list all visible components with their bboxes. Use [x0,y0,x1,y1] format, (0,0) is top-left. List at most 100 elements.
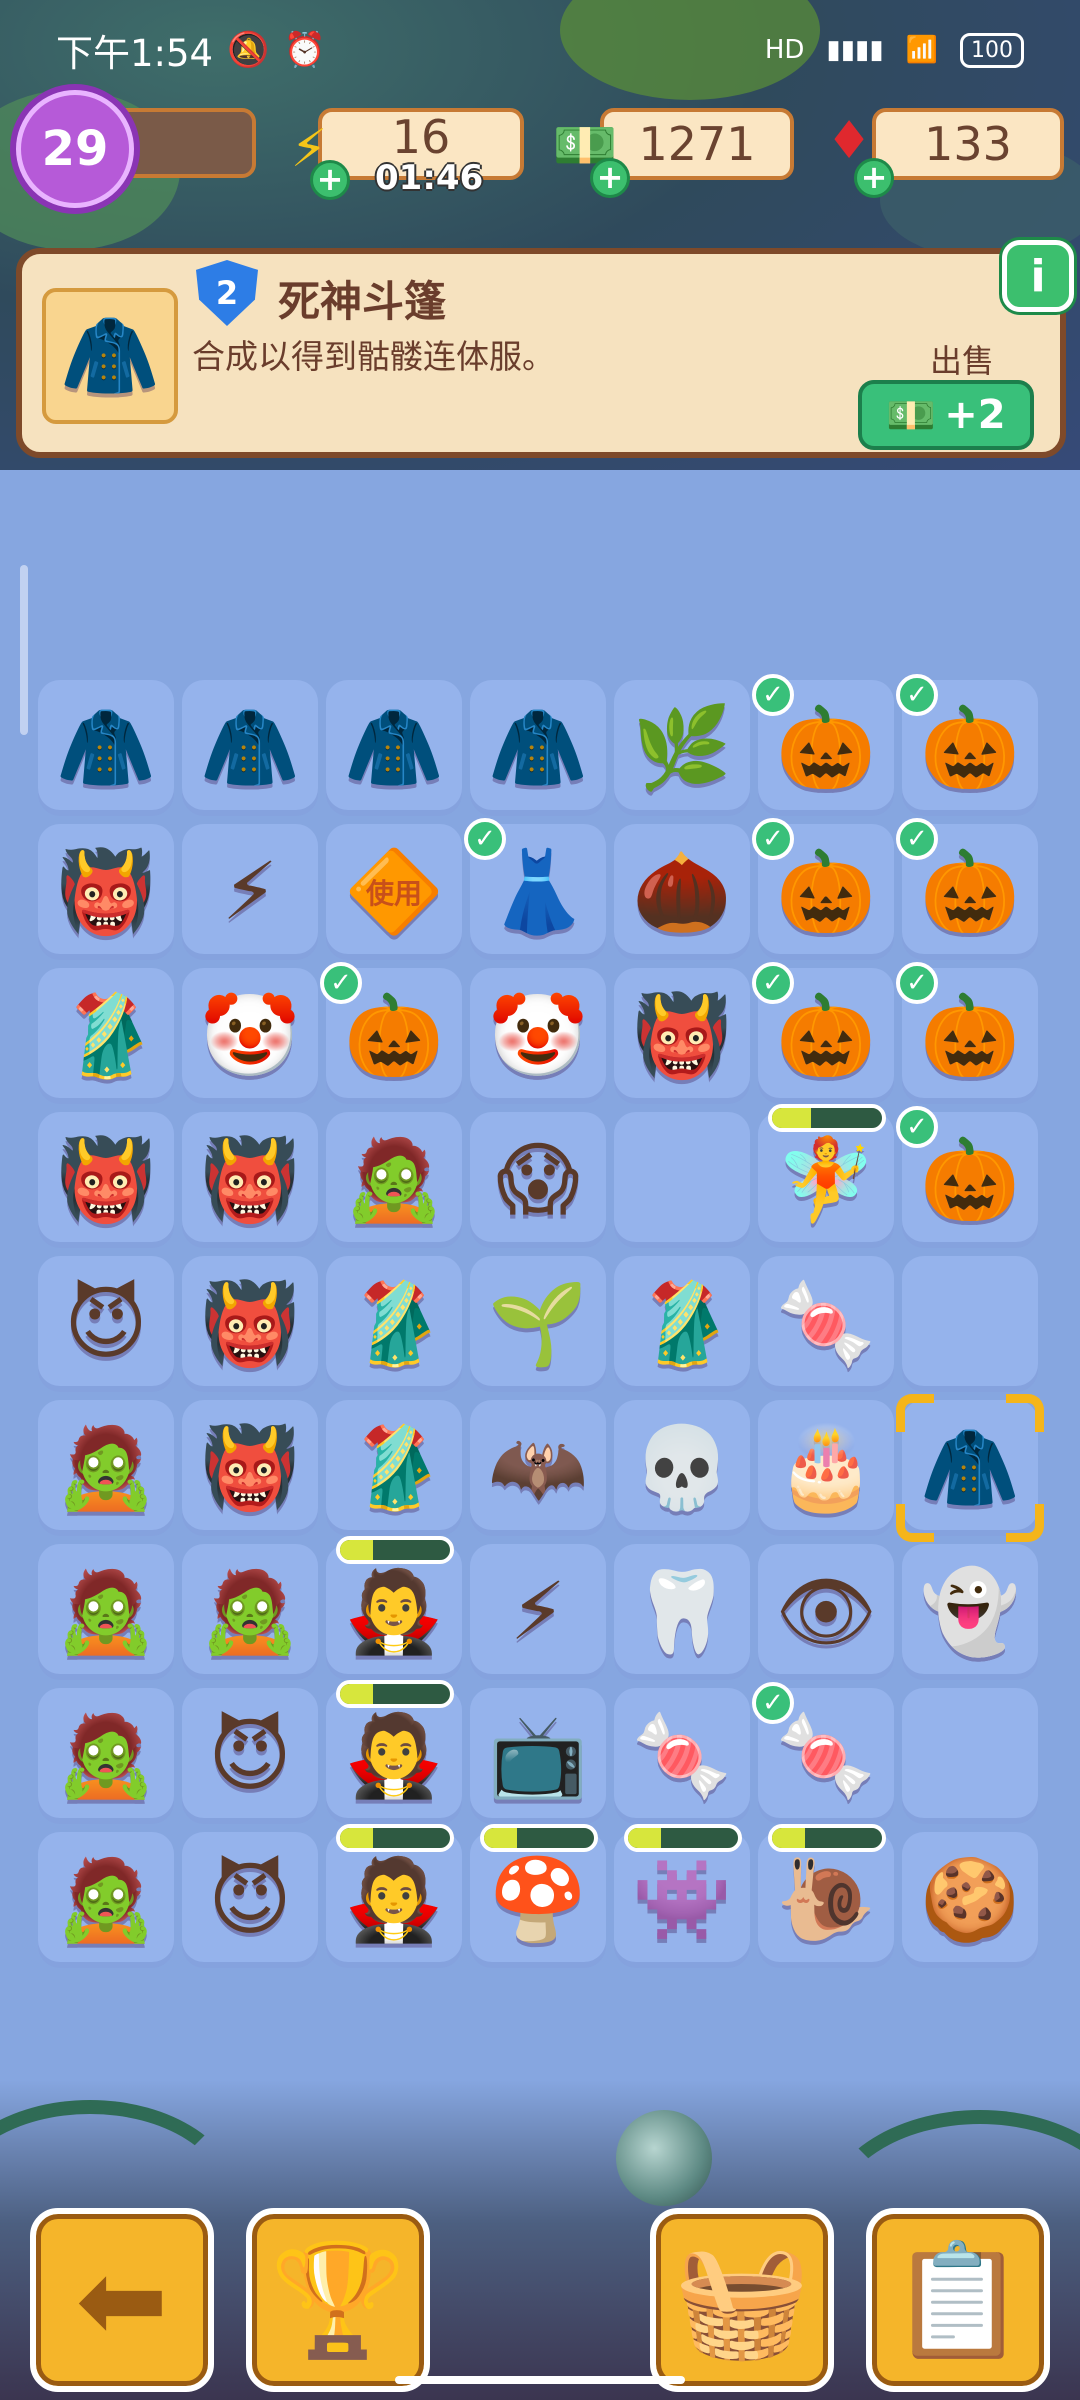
devil-mask-item[interactable]: 😈 [190,1696,310,1816]
red-devil-costume-item[interactable]: 👹 [46,832,166,952]
board-cell[interactable]: 🧥 [182,680,318,816]
board-cell[interactable]: 👁 [758,1544,894,1680]
board-cell[interactable]: 🦇 [470,1400,606,1536]
board-cell[interactable]: 🧟 [38,1400,174,1536]
frankenstein-head-item[interactable]: 🧟 [46,1840,166,1960]
wizard-robe-item[interactable]: 🧥 [478,688,598,808]
board-cell[interactable]: 🎃 ✓ [896,1106,1038,1248]
board-cell[interactable]: 🌱 [470,1256,606,1392]
purple-bat-item[interactable]: 🦇 [478,1408,598,1528]
skull-lollipop-item[interactable]: 💀 [622,1408,742,1528]
board-cell[interactable]: 🧛 [326,1536,462,1680]
tooth-item[interactable]: 🦷 [622,1552,742,1672]
board-cell[interactable]: 🍬 [758,1256,894,1392]
back-button[interactable]: ⬅ [30,2208,214,2392]
board-cell[interactable]: 🥻 [614,1256,750,1392]
frankenstein-head-item[interactable]: 🧟 [46,1408,166,1528]
sprout-item[interactable]: 🌱 [478,1264,598,1384]
board-cell[interactable]: 📺 [470,1688,606,1824]
board-cell[interactable]: 🧥 [470,680,606,816]
vampire-head-item[interactable]: 🧛 [334,1840,454,1960]
board-cell[interactable]: 👹 [38,824,174,960]
board-cell[interactable]: 🧛 [326,1824,462,1968]
board-cell[interactable]: 🧚 [758,1104,894,1248]
nun-mask-item[interactable]: 😱 [478,1120,598,1240]
zombie-head-item[interactable]: 🧟 [334,1120,454,1240]
board-cell[interactable]: 🍬 ✓ [752,1682,894,1824]
add-cash-button[interactable]: + [590,158,630,198]
devil-mask-item[interactable]: 😈 [190,1840,310,1960]
info-button[interactable]: i [1002,240,1074,312]
board-cell[interactable]: 🍄 [470,1824,606,1968]
green-fairy-dress-item[interactable]: 🥻 [334,1264,454,1384]
leaderboard-button[interactable]: 🏆 [246,2208,430,2392]
board-cell[interactable]: 🎃 ✓ [752,818,894,960]
board-cell[interactable]: 👾 [614,1824,750,1968]
board-cell[interactable]: 🎃 ✓ [752,962,894,1104]
energy-cauldron-item[interactable]: ⚡ [478,1552,598,1672]
board-cell[interactable]: 👹 [182,1256,318,1392]
vampire-head-item[interactable]: 🧛 [334,1552,454,1672]
red-devil-costume-item[interactable]: 👹 [190,1408,310,1528]
board-cell[interactable]: 🧛 [326,1680,462,1824]
board-cell[interactable]: 🎂 [758,1400,894,1536]
red-devil-costume-item[interactable]: 👹 [46,1120,166,1240]
board-cell[interactable]: 🎃 ✓ [896,962,1038,1104]
wrapped-candy-item[interactable]: 🍬 [622,1696,742,1816]
board-cell[interactable]: 🧥 [896,1394,1044,1542]
energy-orb-item[interactable]: ⚡ [190,832,310,952]
board-cell[interactable]: 🤡 [470,968,606,1104]
red-devil-costume-item[interactable]: 👹 [622,976,742,1096]
board-cell[interactable]: 🌿 [614,680,750,816]
board-cell[interactable]: 👗 ✓ [464,818,606,960]
board-cell[interactable]: 🧟 [326,1112,462,1248]
sell-button[interactable]: 💵 +2 [858,380,1034,450]
clown-costume-item[interactable]: 🤡 [190,976,310,1096]
ghost-item[interactable]: 👻 [910,1552,1030,1672]
ghost-cake-item[interactable]: 🎂 [766,1408,886,1528]
board-cell[interactable]: 🔶 使用 [326,824,462,960]
frankenstein-head-item[interactable]: 🧟 [46,1552,166,1672]
board-cell[interactable] [902,1256,1038,1392]
green-fairy-dress-item[interactable]: 🥻 [46,976,166,1096]
green-fairy-dress-item[interactable]: 🥻 [334,1408,454,1528]
board-cell[interactable]: 🎃 ✓ [320,962,462,1104]
board-cell[interactable] [902,1688,1038,1824]
retro-tv-item[interactable]: 📺 [478,1696,598,1816]
seeds-item[interactable]: 🌰 [622,832,742,952]
eyeball-item[interactable]: 👁 [766,1552,886,1672]
red-devil-costume-item[interactable]: 👹 [190,1120,310,1240]
board-cell[interactable]: 🎃 ✓ [896,818,1038,960]
add-energy-button[interactable]: + [310,160,350,200]
green-fairy-dress-item[interactable]: 🥻 [622,1264,742,1384]
board-cell[interactable]: 🥻 [38,968,174,1104]
board-cell[interactable]: 🌰 [614,824,750,960]
tasks-button[interactable]: 📋 [866,2208,1050,2392]
wizard-robe-item[interactable]: 🧥 [190,688,310,808]
board-cell[interactable]: 🐌 [758,1824,894,1968]
vampire-head-item[interactable]: 🧛 [334,1696,454,1816]
monster-gate-item[interactable]: 👾 [622,1840,742,1960]
board-cell[interactable]: 🦷 [614,1544,750,1680]
board-cell[interactable]: ⚡ [470,1544,606,1680]
frankenstein-head-item[interactable]: 🧟 [190,1552,310,1672]
board-cell[interactable]: 🍪 [902,1832,1038,1968]
mushroom-house-item[interactable]: 🍄 [478,1840,598,1960]
board-cell[interactable]: 🥻 [326,1256,462,1392]
jack-o-lantern-cookie-item[interactable]: 🍪 [910,1840,1030,1960]
board-cell[interactable]: 👹 [38,1112,174,1248]
wizard-robe-item[interactable]: 🧥 [46,688,166,808]
board-cell[interactable] [614,1112,750,1248]
board-cell[interactable]: 👹 [182,1400,318,1536]
level-badge[interactable]: 29 [16,90,134,208]
board-cell[interactable]: 🧥 [38,680,174,816]
snail-shell-house-item[interactable]: 🐌 [766,1840,886,1960]
board-cell[interactable]: 🎃 ✓ [896,674,1038,816]
board-cell[interactable]: ⚡ [182,824,318,960]
shop-button[interactable]: 🧺 [650,2208,834,2392]
board-cell[interactable]: 😈 [182,1688,318,1824]
board-cell[interactable]: 🧟 [38,1832,174,1968]
board-cell[interactable]: 🧟 [38,1688,174,1824]
devil-mask-item[interactable]: 😈 [46,1264,166,1384]
board-cell[interactable]: 🎃 ✓ [752,674,894,816]
